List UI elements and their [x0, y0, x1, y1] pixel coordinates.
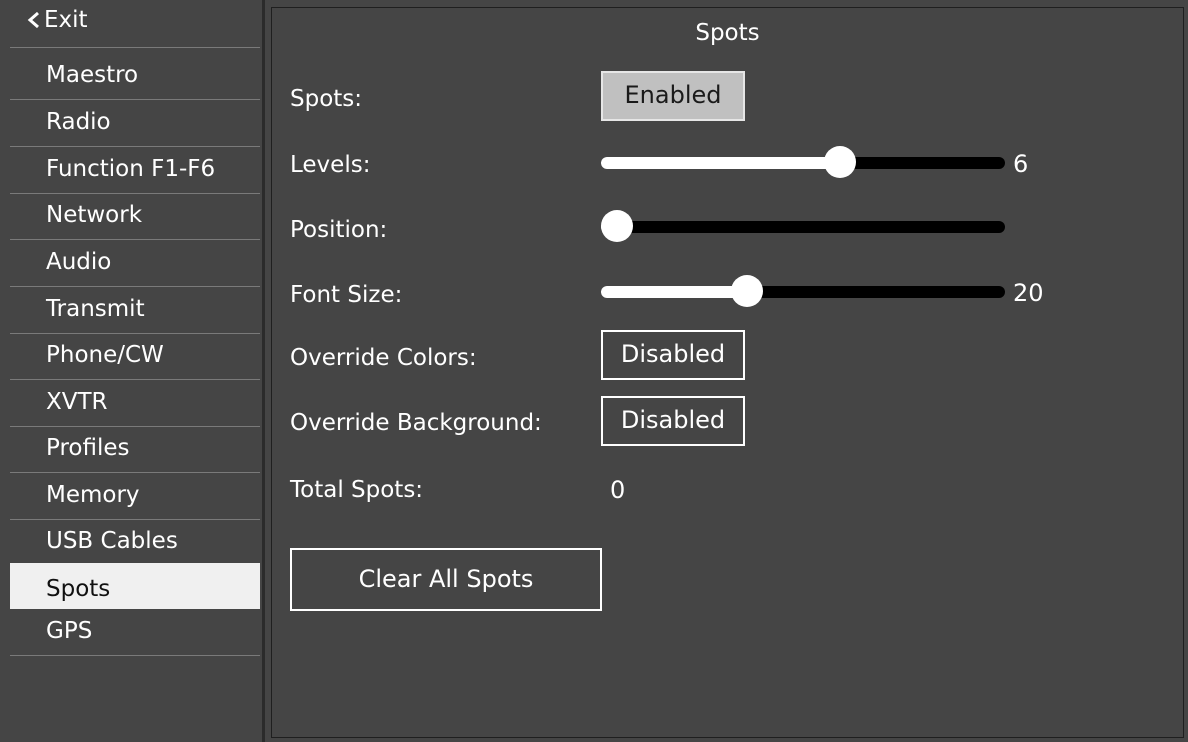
sidebar-item-function[interactable]: Function F1-F6	[10, 150, 260, 194]
spots-label: Spots:	[290, 86, 363, 112]
page-title: Spots	[695, 20, 760, 46]
sidebar-item-memory[interactable]: Memory	[10, 476, 260, 520]
sidebar: Exit Maestro Radio Function F1-F6 Networ…	[0, 0, 262, 742]
sidebar-item-label: XVTR	[46, 389, 108, 415]
slider-knob[interactable]	[601, 210, 633, 242]
spots-toggle-button[interactable]: Enabled	[601, 71, 745, 121]
levels-slider[interactable]	[601, 143, 1005, 183]
clear-all-spots-button[interactable]: Clear All Spots	[290, 548, 602, 611]
sidebar-item-transmit[interactable]: Transmit	[10, 290, 260, 334]
sidebar-item-radio[interactable]: Radio	[10, 103, 260, 147]
font-size-slider[interactable]	[601, 272, 1005, 312]
override-background-toggle-button[interactable]: Disabled	[601, 396, 745, 446]
sidebar-item-spots[interactable]: Spots	[10, 563, 260, 609]
slider-knob[interactable]	[824, 146, 857, 178]
sidebar-item-label: Profiles	[46, 435, 130, 461]
sidebar-item-network[interactable]: Network	[10, 196, 260, 240]
sidebar-item-label: Transmit	[46, 296, 145, 322]
exit-label: Exit	[44, 7, 88, 33]
sidebar-item-audio[interactable]: Audio	[10, 243, 260, 287]
sidebar-item-label: USB Cables	[46, 528, 178, 554]
total-spots-value: 0	[610, 476, 626, 504]
total-spots-label: Total Spots:	[290, 477, 424, 503]
sidebar-item-profiles[interactable]: Profiles	[10, 429, 260, 473]
slider-fill	[601, 286, 748, 298]
override-colors-toggle-button[interactable]: Disabled	[601, 330, 745, 380]
sidebar-item-maestro[interactable]: Maestro	[10, 56, 260, 100]
position-label: Position:	[290, 217, 388, 243]
sidebar-item-label: Spots	[46, 576, 111, 602]
chevron-left-icon	[27, 12, 39, 28]
sidebar-item-label: Audio	[46, 249, 112, 275]
override-background-label: Override Background:	[290, 410, 542, 436]
font-size-value: 20	[1013, 279, 1044, 307]
sidebar-item-phone-cw[interactable]: Phone/CW	[10, 336, 260, 380]
slider-fill	[601, 157, 841, 169]
slider-knob[interactable]	[731, 275, 764, 307]
sidebar-item-label: Memory	[46, 482, 140, 508]
sidebar-item-gps[interactable]: GPS	[10, 612, 260, 656]
sidebar-item-label: GPS	[46, 618, 93, 644]
sidebar-item-label: Radio	[46, 109, 111, 135]
exit-button[interactable]: Exit	[10, 0, 260, 48]
position-slider[interactable]	[601, 207, 1005, 247]
sidebar-divider	[262, 0, 265, 742]
levels-value: 6	[1013, 150, 1029, 178]
font-size-label: Font Size:	[290, 282, 403, 308]
sidebar-item-label: Function F1-F6	[46, 156, 216, 182]
sidebar-item-xvtr[interactable]: XVTR	[10, 383, 260, 427]
levels-label: Levels:	[290, 152, 371, 178]
slider-track	[601, 221, 1005, 233]
sidebar-item-usb-cables[interactable]: USB Cables	[10, 522, 260, 566]
sidebar-item-label: Network	[46, 202, 143, 228]
override-colors-label: Override Colors:	[290, 345, 477, 371]
sidebar-item-label: Maestro	[46, 62, 139, 88]
sidebar-item-label: Phone/CW	[46, 342, 164, 368]
